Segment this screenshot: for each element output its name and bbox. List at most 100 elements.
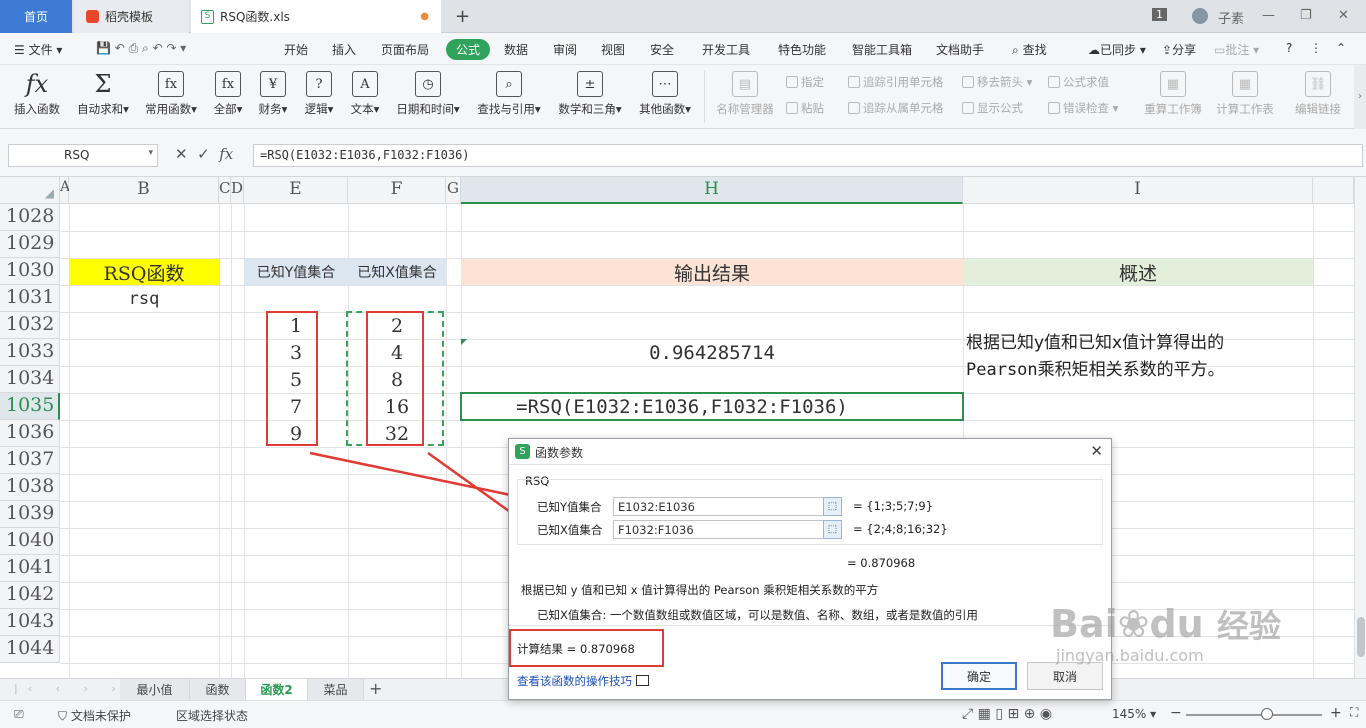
show-formula-button[interactable]: 显示公式 (962, 100, 1023, 116)
user-name[interactable]: 子素 (1218, 8, 1244, 27)
common-functions-button[interactable]: fx 常用函数▾ (140, 71, 202, 117)
menu-doc-assistant[interactable]: 文档助手 (936, 41, 984, 58)
recalculate-icon: ▦ (1160, 71, 1186, 97)
help-link[interactable]: 查看该函数的操作技巧 (517, 673, 649, 689)
range-picker-icon[interactable]: ⬚ (823, 497, 842, 516)
arg2-input[interactable]: F1032:F1036 (613, 520, 831, 539)
dialog-divider (509, 625, 1111, 626)
zoom-in-button[interactable]: + (1330, 705, 1342, 721)
name-box[interactable]: RSQ ▾ (8, 144, 158, 167)
arg1-result: = {1;3;5;7;9} (853, 499, 934, 513)
paste-name-button[interactable]: 粘贴 (786, 100, 824, 116)
sheet-tab-function2[interactable]: 函数2 (246, 679, 308, 700)
more-icon[interactable]: ⋮ (1310, 41, 1322, 55)
range-picker-icon[interactable]: ⬚ (823, 520, 842, 539)
link-icon: ⛓ (1305, 71, 1331, 97)
insert-function-button[interactable]: fx 插入函数 (10, 70, 64, 117)
file-menu[interactable]: ☰ 文件 ▾ (14, 41, 62, 58)
zoom-level[interactable]: 145% ▾ (1112, 707, 1156, 721)
menu-insert[interactable]: 插入 (332, 41, 356, 58)
menu-toolbox[interactable]: 智能工具箱 (852, 41, 912, 58)
menu-data[interactable]: 数据 (504, 41, 528, 58)
avatar[interactable] (1192, 8, 1208, 24)
collapse-ribbon-icon[interactable]: ⌃ (1336, 41, 1346, 55)
trace-dependents-button[interactable]: 追踪从属单元格 (848, 100, 944, 116)
zoom-slider[interactable] (1186, 714, 1322, 716)
sheet-tab-min[interactable]: 最小值 (120, 679, 190, 700)
scrollbar-thumb[interactable] (1357, 617, 1365, 657)
share-button[interactable]: ⇪分享 (1162, 41, 1196, 58)
ok-button[interactable]: 确定 (941, 662, 1017, 690)
fx-icon: fx (25, 70, 49, 98)
show-formula-label: 显示公式 (977, 101, 1023, 115)
view-buttons[interactable]: ⤢ ▦ ▯ ⊞ ⊕ ◉ (962, 706, 1052, 722)
close-icon[interactable]: ✕ (1090, 442, 1103, 460)
finance-button[interactable]: ¥ 财务▾ (254, 71, 292, 117)
fullscreen-icon[interactable]: ⛶ (1350, 705, 1358, 720)
sync-status[interactable]: ☁已同步 ▾ (1088, 41, 1146, 58)
tab-rsq-file[interactable]: S RSQ函数.xls ● (191, 0, 441, 33)
menu-developer[interactable]: 开发工具 (702, 41, 750, 58)
vertical-scrollbar[interactable] (1354, 177, 1366, 678)
zoom-slider-handle[interactable] (1261, 708, 1273, 720)
remove-arrows-icon (962, 76, 974, 88)
new-tab-button[interactable]: + (455, 6, 470, 27)
window-count-badge[interactable]: 1 (1152, 8, 1167, 21)
sheet-tab-function[interactable]: 函数 (190, 679, 246, 700)
datetime-button[interactable]: ◷ 日期和时间▾ (392, 71, 464, 117)
autosum-button[interactable]: Σ 自动求和▾ (72, 70, 134, 117)
menu-review[interactable]: 审阅 (553, 41, 577, 58)
trace-precedents-button[interactable]: 追踪引用单元格 (848, 74, 944, 90)
fx-icon[interactable]: fx (219, 145, 233, 163)
tab-home[interactable]: 首页 (0, 0, 72, 33)
add-sheet-button[interactable]: + (369, 679, 382, 698)
calculate-sheet-button[interactable]: ▦ 计算工作表 (1212, 71, 1278, 117)
plus-minus-icon: ± (577, 71, 603, 97)
menu-view[interactable]: 视图 (601, 41, 625, 58)
quick-access-toolbar[interactable]: 💾 ↶ ⎙ ⌕ ↶ ↷ ▾ (96, 41, 186, 56)
confirm-check-icon[interactable]: ✓ (197, 145, 210, 163)
restore-icon[interactable]: ❐ (1300, 8, 1312, 23)
menu-security[interactable]: 安全 (650, 41, 674, 58)
math-button[interactable]: ± 数学和三角▾ (554, 71, 626, 117)
formula-input[interactable]: =RSQ(E1032:E1036,F1032:F1036) (253, 144, 1363, 167)
ribbon-divider (704, 71, 705, 123)
edit-links-button[interactable]: ⛓ 编辑链接 (1290, 71, 1346, 117)
cancel-button[interactable]: 取消 (1027, 662, 1103, 690)
close-icon[interactable]: ✕ (1338, 8, 1349, 23)
all-functions-button[interactable]: fx 全部▾ (210, 71, 246, 117)
watermark-brand: Bai (1050, 602, 1118, 646)
recalculate-workbook-button[interactable]: ▦ 重算工作簿 (1140, 71, 1206, 117)
evaluate-formula-button[interactable]: 公式求值 (1048, 74, 1109, 90)
logic-button[interactable]: ? 逻辑▾ (300, 71, 338, 117)
protection-status[interactable]: ⛉ 文档未保护 (58, 707, 131, 724)
other-functions-button[interactable]: ⋯ 其他函数▾ (634, 71, 696, 117)
arg1-input[interactable]: E1032:E1036 (613, 497, 831, 516)
comment-button[interactable]: ▭批注 ▾ (1214, 41, 1259, 58)
zoom-value: 145% (1112, 707, 1147, 721)
lookup-button[interactable]: ⌕ 查找与引用▾ (472, 71, 546, 117)
remove-arrows-button[interactable]: 移去箭头 ▾ (962, 74, 1032, 90)
dialog-title-bar[interactable]: S 函数参数 ✕ (509, 439, 1111, 465)
minimize-icon[interactable]: — (1262, 8, 1275, 23)
specify-button[interactable]: 指定 (786, 74, 824, 90)
menu-features[interactable]: 特色功能 (778, 41, 826, 58)
cancel-x-icon[interactable]: ✕ (175, 145, 188, 163)
arrow-line-y (309, 451, 521, 499)
menu-page-layout[interactable]: 页面布局 (381, 41, 429, 58)
finance-label: 财务 (258, 102, 282, 116)
text-button[interactable]: A 文本▾ (346, 71, 384, 117)
ribbon-scroll-right[interactable]: › (1354, 65, 1366, 129)
search-button[interactable]: ⌕ 查找 (1012, 41, 1047, 58)
menu-start[interactable]: 开始 (284, 41, 308, 58)
all-functions-icon: fx (215, 71, 241, 97)
view-mode-icon[interactable]: ⎚ (14, 707, 24, 722)
sheet-tab-dishes[interactable]: 菜品 (308, 679, 364, 700)
menu-formula[interactable]: 公式 (446, 39, 491, 60)
tab-docer-templates[interactable]: 稻壳模板 (74, 0, 189, 33)
help-icon[interactable]: ? (1286, 41, 1292, 55)
comment-icon: ▭ (1214, 43, 1226, 57)
zoom-out-button[interactable]: − (1170, 705, 1182, 721)
name-manager-button[interactable]: ▤ 名称管理器 (712, 71, 778, 117)
error-check-button[interactable]: 错误检查 ▾ (1048, 100, 1118, 116)
